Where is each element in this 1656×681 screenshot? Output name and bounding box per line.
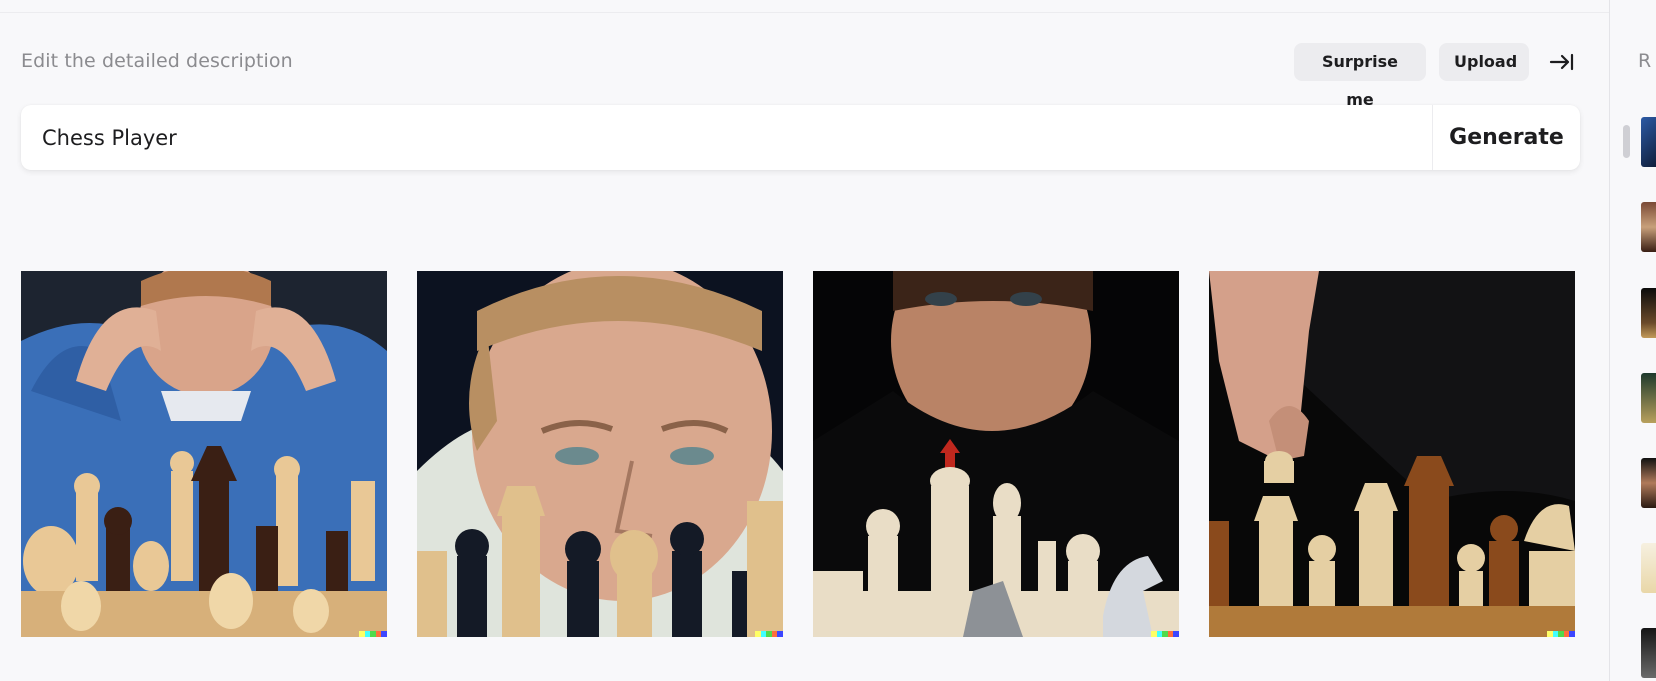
signature-mark <box>1547 631 1575 637</box>
collapse-sidebar-button[interactable] <box>1545 45 1579 79</box>
prompt-input[interactable] <box>21 105 1432 170</box>
history-thumbnail[interactable] <box>1641 458 1656 508</box>
history-sidebar: R <box>1609 0 1656 681</box>
history-thumbnail[interactable] <box>1641 373 1656 423</box>
results-grid <box>21 271 1580 637</box>
arrow-right-to-bar-icon <box>1549 53 1574 71</box>
top-divider <box>0 12 1610 13</box>
result-image-1[interactable] <box>21 271 387 637</box>
prompt-bar: Generate <box>21 105 1580 170</box>
signature-mark <box>755 631 783 637</box>
history-thumbnail[interactable] <box>1641 288 1656 338</box>
surprise-me-button[interactable]: Surprise me <box>1294 43 1426 109</box>
generate-button[interactable]: Generate <box>1432 105 1580 170</box>
result-image-2[interactable] <box>417 271 783 637</box>
top-actions: Surprise me Upload <box>0 43 1610 109</box>
result-image-3[interactable] <box>813 271 1179 637</box>
result-image-4[interactable] <box>1209 271 1575 637</box>
history-thumbnail[interactable] <box>1641 543 1656 593</box>
history-thumbnail[interactable] <box>1641 202 1656 252</box>
sidebar-title: R <box>1638 50 1652 72</box>
signature-mark <box>359 631 387 637</box>
editor-panel: Edit the detailed description Surprise m… <box>0 0 1610 681</box>
history-thumbnail[interactable] <box>1641 117 1656 167</box>
signature-mark <box>1151 631 1179 637</box>
upload-button[interactable]: Upload <box>1439 43 1529 81</box>
sidebar-scrollbar[interactable] <box>1623 125 1630 158</box>
history-thumbnail[interactable] <box>1641 628 1656 678</box>
